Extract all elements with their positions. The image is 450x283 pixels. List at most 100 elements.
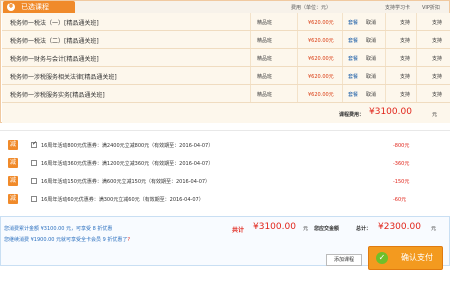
add-package-link[interactable]: 套餐 xyxy=(348,19,358,26)
column-divider xyxy=(416,13,417,30)
coupon-item: 减 16周年活动150元优惠券：满600元立减150元（有效期至：2016-04-… xyxy=(0,173,450,189)
cancel-course-link[interactable]: 取消 xyxy=(366,91,376,98)
card-support: 支持 xyxy=(400,20,411,26)
add-package-link[interactable]: 套餐 xyxy=(348,55,358,62)
course-row: 税务师一涉税服务相关法律[精品通关班] 精品班 ¥620.00元 套餐 取消 支持 支持 xyxy=(2,67,450,85)
coupon-checkbox[interactable] xyxy=(31,160,37,166)
selected-courses-panel: ¥ 已选课程 费用（单位：元） 支持学习卡 VIP折扣 税务师一税法（一）[精品… xyxy=(0,0,450,123)
ticket-support: 支持 xyxy=(432,20,443,26)
upsell-note: 您继续消费 ¥1900.00 元就可享受全卡会员 9 折优惠了? xyxy=(4,236,130,243)
coupon-checkbox[interactable] xyxy=(31,178,37,184)
course-class: 精品班 xyxy=(257,20,273,26)
ticket-support: 支持 xyxy=(432,92,443,98)
coupon-text: 16周年活动60元优惠券：满300元立减60元（有效期至：2016-04-07） xyxy=(41,197,204,203)
column-divider xyxy=(250,67,251,84)
confirm-pay-button[interactable]: ✓ 确认支付 xyxy=(368,246,443,270)
coupon-text: 16周年活动360元优惠券：满1200元立减360元（有效期至：2016-04-… xyxy=(41,161,214,167)
add-course-button[interactable]: 添加课程 xyxy=(326,254,362,266)
course-class: 精品班 xyxy=(257,56,273,62)
cancel-course-link[interactable]: 取消 xyxy=(366,73,376,80)
add-package-link[interactable]: 套餐 xyxy=(348,73,358,80)
column-divider xyxy=(250,31,251,48)
ticket-support: 支持 xyxy=(432,74,443,80)
course-class: 精品班 xyxy=(257,92,273,98)
column-divider xyxy=(342,85,343,102)
panel-header: ¥ 已选课程 费用（单位：元） 支持学习卡 VIP折扣 xyxy=(1,1,449,13)
ticket-support: 支持 xyxy=(432,38,443,44)
course-price: ¥620.00元 xyxy=(308,92,334,98)
grand-total-value: ¥3100.00 xyxy=(253,222,296,232)
ticket-support: 支持 xyxy=(432,56,443,62)
cancel-course-link[interactable]: 取消 xyxy=(366,37,376,44)
coupon-item: 减 16周年活动360元优惠券：满1200元立减360元（有效期至：2016-04… xyxy=(0,155,450,171)
coupon-amount: -150元 xyxy=(393,179,410,185)
coupon-text: 16周年活动150元优惠券：满600元立减150元（有效期至：2016-04-0… xyxy=(41,179,211,185)
discount-badge: 减 xyxy=(8,176,18,186)
cart-icon: ¥ xyxy=(7,3,15,11)
column-divider xyxy=(385,67,386,84)
course-class: 精品班 xyxy=(257,74,273,80)
coupon-amount: -800元 xyxy=(393,143,410,149)
course-total-unit: 元 xyxy=(432,112,438,118)
course-name: 税务师一涉税服务实务[精品通关班] xyxy=(10,92,105,99)
cancel-course-link[interactable]: 取消 xyxy=(366,19,376,26)
course-price: ¥620.00元 xyxy=(308,56,334,62)
tab-selected-courses[interactable]: ¥ 已选课程 xyxy=(3,1,75,13)
column-divider xyxy=(416,85,417,102)
column-divider xyxy=(342,13,343,30)
course-row: 税务师一税法（二）[精品通关班] 精品班 ¥620.00元 套餐 取消 支持 支持 xyxy=(2,31,450,49)
course-row: 税务师一涉税服务实务[精品通关班] 精品班 ¥620.00元 套餐 取消 支持 支持 xyxy=(2,85,450,103)
course-price: ¥620.00元 xyxy=(308,20,334,26)
column-divider xyxy=(385,31,386,48)
coupon-item: 减 16周年活动60元优惠券：满300元立减60元（有效期至：2016-04-07… xyxy=(0,191,450,207)
course-row: 税务师一税法（一）[精品通关班] 精品班 ¥620.00元 套餐 取消 支持 支持 xyxy=(2,13,450,31)
column-divider xyxy=(250,13,251,30)
card-support: 支持 xyxy=(400,92,411,98)
course-class: 精品班 xyxy=(257,38,273,44)
course-name: 税务师一财务与会计[精品通关班] xyxy=(10,56,99,63)
grand-total-unit: 元 xyxy=(303,226,309,232)
column-divider xyxy=(385,13,386,30)
card-support: 支持 xyxy=(400,74,411,80)
cancel-course-link[interactable]: 取消 xyxy=(366,55,376,62)
upsell-text: 您继续消费 ¥1900.00 元就可享受全卡会员 9 折优惠了 xyxy=(4,237,128,243)
column-divider xyxy=(297,31,298,48)
course-total-value: ¥3100.00 xyxy=(369,107,412,117)
header-ticket: VIP折扣 xyxy=(422,5,440,11)
discount-badge: 减 xyxy=(8,140,18,150)
amount-due-label: 您应交金额 xyxy=(314,226,340,232)
amount-due-value: ¥2300.00 xyxy=(378,222,421,232)
add-package-link[interactable]: 套餐 xyxy=(348,91,358,98)
discount-note: 您消费累计金额 ¥3100.00 元，可享受 8 折优惠 xyxy=(4,226,113,232)
course-name: 税务师一税法（一）[精品通关班] xyxy=(10,20,99,27)
coupon-amount: -360元 xyxy=(393,161,410,167)
confirm-pay-label: 确认支付 xyxy=(401,253,433,262)
column-divider xyxy=(342,31,343,48)
coupon-list: 减 16周年活动800元优惠券：满2400元立减800元（有效期至：2016-04… xyxy=(0,130,450,208)
tab-label: 已选课程 xyxy=(21,3,49,11)
grand-total-label: 共计 xyxy=(232,227,245,234)
column-divider xyxy=(385,49,386,66)
coupon-text: 16周年活动800元优惠券：满2400元立减800元（有效期至：2016-04-… xyxy=(41,143,214,149)
column-divider xyxy=(250,85,251,102)
course-price: ¥620.00元 xyxy=(308,38,334,44)
course-price: ¥620.00元 xyxy=(308,74,334,80)
column-divider xyxy=(297,85,298,102)
course-name: 税务师一税法（二）[精品通关班] xyxy=(10,38,99,45)
column-divider xyxy=(250,49,251,66)
coupon-item: 减 16周年活动800元优惠券：满2400元立减800元（有效期至：2016-04… xyxy=(0,137,450,153)
coupon-checkbox[interactable] xyxy=(31,196,37,202)
discount-badge: 减 xyxy=(8,194,18,204)
column-divider xyxy=(342,67,343,84)
column-divider xyxy=(416,31,417,48)
column-divider xyxy=(297,67,298,84)
column-divider xyxy=(416,49,417,66)
upsell-link[interactable]: ? xyxy=(127,237,130,243)
card-support: 支持 xyxy=(400,56,411,62)
add-package-link[interactable]: 套餐 xyxy=(348,37,358,44)
check-icon: ✓ xyxy=(376,252,388,264)
coupon-checkbox[interactable] xyxy=(31,140,37,148)
amount-due-total-label: 总计： xyxy=(356,226,372,232)
coupon-amount: -60元 xyxy=(393,197,407,203)
discount-badge: 减 xyxy=(8,158,18,168)
